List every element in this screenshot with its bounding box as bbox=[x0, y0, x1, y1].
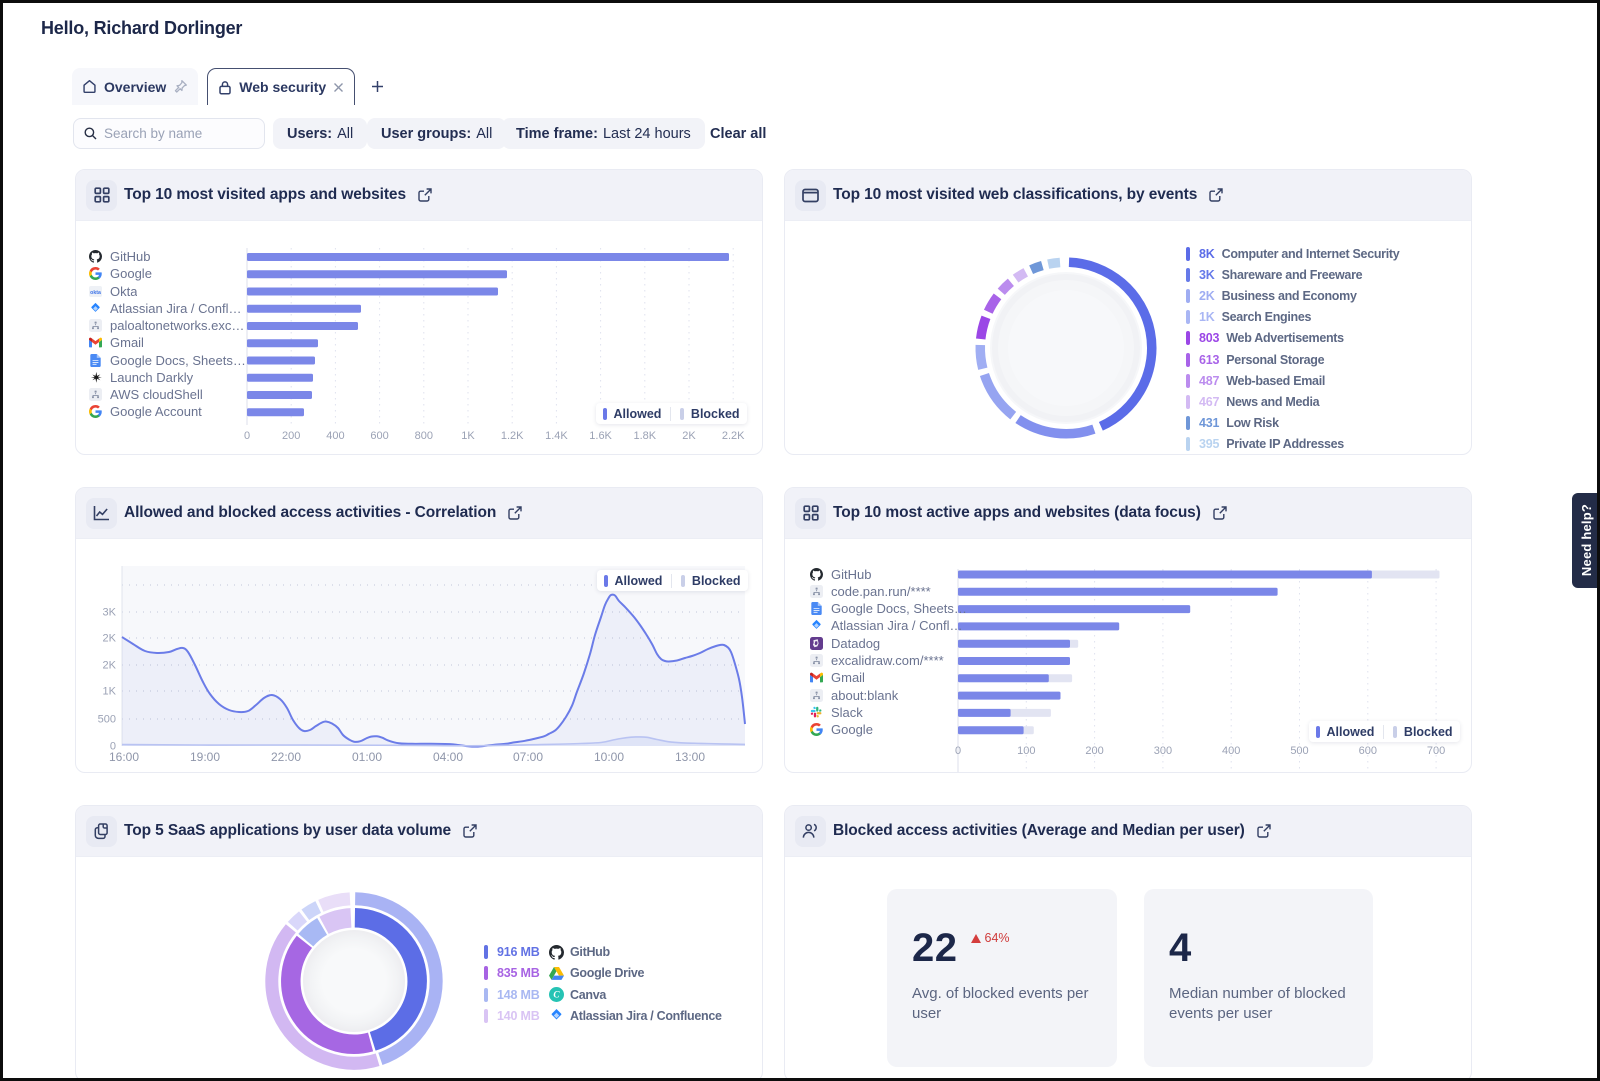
svg-text:10:00: 10:00 bbox=[594, 750, 624, 764]
svg-text:800: 800 bbox=[415, 430, 433, 442]
svg-text:04:00: 04:00 bbox=[433, 750, 463, 764]
svg-text:C: C bbox=[553, 990, 560, 1000]
svg-text:400: 400 bbox=[326, 430, 344, 442]
svg-text:1.2K: 1.2K bbox=[501, 430, 524, 442]
svg-text:3K: 3K bbox=[103, 607, 117, 619]
svg-text:0: 0 bbox=[244, 430, 250, 442]
svg-text:500: 500 bbox=[1290, 745, 1308, 757]
svg-text:500: 500 bbox=[98, 714, 116, 726]
svg-text:19:00: 19:00 bbox=[190, 750, 220, 764]
svg-text:200: 200 bbox=[1085, 745, 1103, 757]
svg-text:22:00: 22:00 bbox=[271, 750, 301, 764]
svg-text:1.8K: 1.8K bbox=[633, 430, 656, 442]
svg-text:100: 100 bbox=[1017, 745, 1035, 757]
svg-text:13:00: 13:00 bbox=[675, 750, 705, 764]
svg-text:700: 700 bbox=[1427, 745, 1445, 757]
svg-text:2.2K: 2.2K bbox=[722, 430, 745, 442]
svg-text:1K: 1K bbox=[461, 430, 475, 442]
svg-text:okta: okta bbox=[90, 289, 101, 295]
svg-text:1K: 1K bbox=[103, 686, 117, 698]
svg-text:600: 600 bbox=[1359, 745, 1377, 757]
svg-text:07:00: 07:00 bbox=[513, 750, 543, 764]
svg-text:600: 600 bbox=[370, 430, 388, 442]
svg-text:01:00: 01:00 bbox=[352, 750, 382, 764]
svg-text:2K: 2K bbox=[103, 660, 117, 672]
svg-text:0: 0 bbox=[955, 745, 961, 757]
svg-text:400: 400 bbox=[1222, 745, 1240, 757]
svg-text:1.6K: 1.6K bbox=[589, 430, 612, 442]
svg-text:16:00: 16:00 bbox=[109, 750, 139, 764]
svg-text:2K: 2K bbox=[103, 633, 117, 645]
svg-text:300: 300 bbox=[1154, 745, 1172, 757]
svg-text:1.4K: 1.4K bbox=[545, 430, 568, 442]
svg-text:2K: 2K bbox=[682, 430, 696, 442]
svg-text:200: 200 bbox=[282, 430, 300, 442]
